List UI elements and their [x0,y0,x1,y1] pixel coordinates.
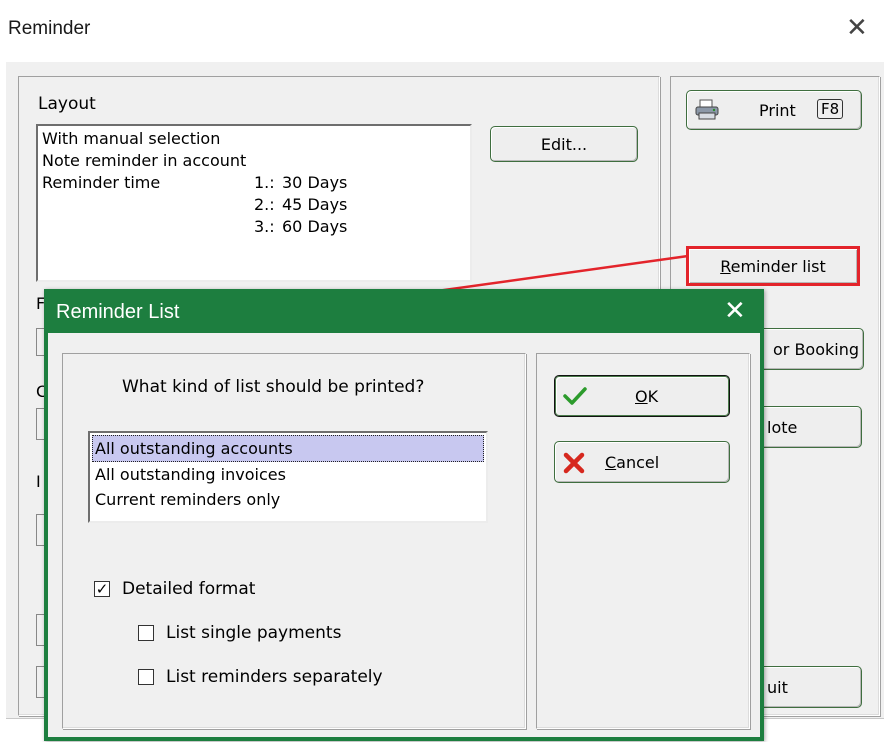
ok-button[interactable]: OK [554,375,730,417]
red-x-icon [563,452,585,474]
list-reminders-separately-checkbox[interactable] [138,669,154,685]
cancel-label: ancel [616,453,660,472]
list-option[interactable]: All outstanding accounts [92,435,484,462]
detailed-format-checkbox[interactable]: ✓ [94,581,110,597]
checkmark-icon [563,387,587,405]
ok-label: K [647,387,659,406]
list-option[interactable]: All outstanding invoices [92,462,484,487]
list-single-payments-option[interactable]: List single payments [138,623,341,643]
detailed-format-label: Detailed format [122,579,256,599]
detailed-format-option[interactable]: ✓ Detailed format [94,579,255,599]
list-option[interactable]: Current reminders only [92,487,484,512]
list-reminders-separately-label: List reminders separately [166,667,383,687]
dialog-client-area: What kind of list should be printed? All… [48,333,760,737]
list-single-payments-checkbox[interactable] [138,625,154,641]
list-single-payments-label: List single payments [166,623,342,643]
list-type-listbox[interactable]: All outstanding accounts All outstanding… [88,431,488,523]
dialog-title: Reminder List [56,301,180,323]
reminder-list-dialog: Reminder List ✕ What kind of list should… [44,289,764,741]
ok-accel: O [635,387,648,406]
list-question: What kind of list should be printed? [122,377,425,397]
dialog-close-icon[interactable]: ✕ [724,293,746,327]
list-reminders-separately-option[interactable]: List reminders separately [138,667,383,687]
cancel-accel: C [605,453,617,472]
cancel-button[interactable]: Cancel [554,441,730,483]
